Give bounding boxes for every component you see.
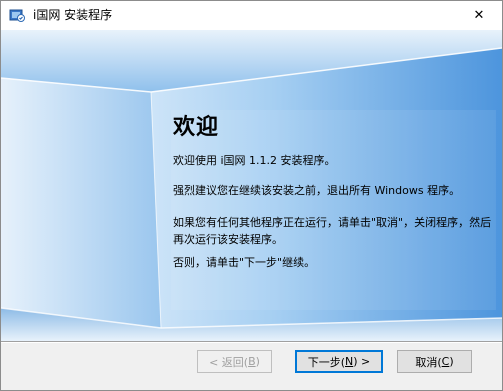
close-button[interactable]: ✕	[456, 1, 502, 30]
cancel-instructions-text: 如果您有任何其他程序正在运行，请单击"取消"，关闭程序，然后再次运行该安装程序。	[173, 216, 492, 246]
cancel-button-suffix: )	[449, 355, 454, 368]
button-bar-divider	[1, 341, 502, 343]
welcome-heading: 欢迎	[173, 115, 220, 140]
next-button-suffix: ) >	[353, 355, 371, 368]
installer-app-icon	[9, 7, 25, 23]
window-title: i国网 安装程序	[33, 8, 113, 22]
back-button[interactable]: < 返回(B)	[197, 350, 272, 373]
cancel-button-label: 取消(	[415, 355, 442, 369]
close-programs-advice-text: 强烈建议您在继续该安装之前，退出所有 Windows 程序。	[173, 184, 461, 197]
cancel-button-accelerator: C	[441, 355, 450, 368]
back-button-accelerator: B	[248, 355, 256, 368]
next-button-accelerator: N	[345, 355, 354, 368]
welcome-panel: 欢迎 欢迎使用 i国网 1.1.2 安装程序。 强烈建议您在继续该安装之前，退出…	[1, 30, 502, 341]
back-button-label: < 返回(	[209, 355, 249, 369]
cancel-button[interactable]: 取消(C)	[397, 350, 472, 373]
next-button-label: 下一步(	[307, 355, 346, 369]
installer-window: i国网 安装程序 ✕ 欢迎 欢迎使用 i国网 1.1.2 安装程序。 强烈建议您…	[0, 0, 503, 391]
next-button[interactable]: 下一步(N) >	[295, 350, 383, 373]
title-bar[interactable]: i国网 安装程序 ✕	[1, 1, 502, 30]
back-button-suffix: )	[255, 355, 260, 368]
continue-instructions-text: 否则，请单击"下一步"继续。	[173, 256, 316, 269]
close-icon: ✕	[473, 8, 485, 23]
welcome-text-area: 欢迎 欢迎使用 i国网 1.1.2 安装程序。 强烈建议您在继续该安装之前，退出…	[173, 114, 493, 269]
button-bar: < 返回(B) 下一步(N) > 取消(C)	[1, 341, 502, 390]
welcome-intro-text: 欢迎使用 i国网 1.1.2 安装程序。	[173, 154, 336, 167]
